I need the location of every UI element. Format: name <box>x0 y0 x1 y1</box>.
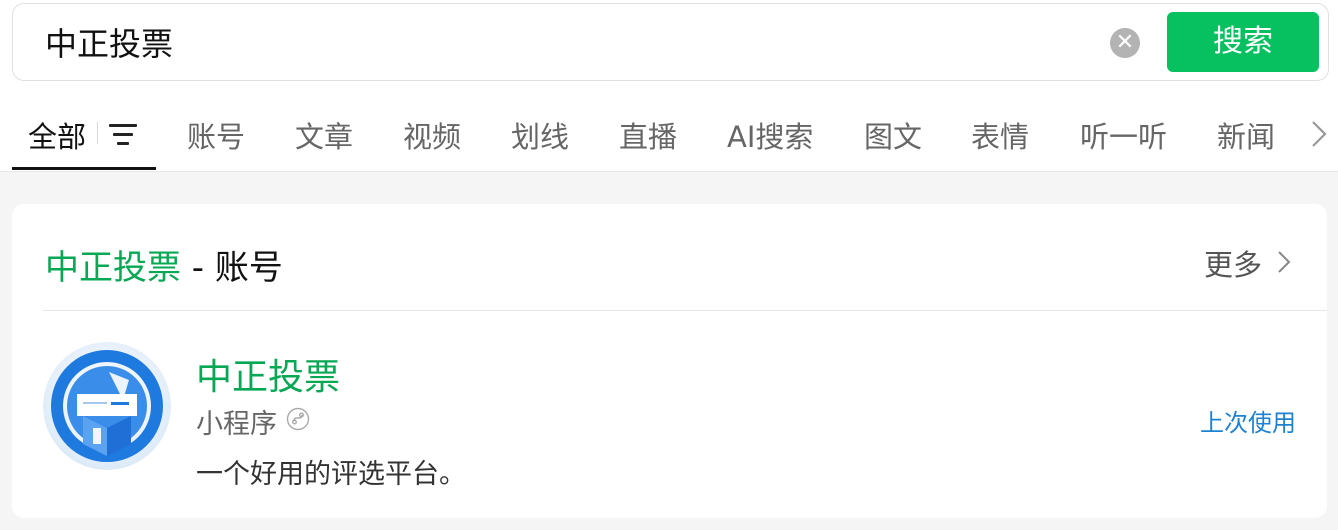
recently-used-link[interactable]: 上次使用 <box>1200 403 1296 438</box>
section-title: 中正投票 - 账号 <box>45 240 283 289</box>
clear-icon[interactable]: ✕ <box>1110 28 1140 58</box>
tab-news[interactable]: 新闻 <box>1217 114 1275 156</box>
tab-articles[interactable]: 文章 <box>295 114 353 156</box>
chevron-right-icon[interactable] <box>1308 118 1330 150</box>
result-title[interactable]: 中正投票 <box>196 348 340 400</box>
mini-program-icon <box>286 407 310 431</box>
more-link[interactable]: 更多 <box>1204 242 1262 284</box>
ballot-box-logo-icon <box>43 342 171 470</box>
tab-all[interactable]: 全部 <box>28 114 86 156</box>
chevron-right-icon[interactable] <box>1276 248 1292 276</box>
tab-live[interactable]: 直播 <box>619 114 677 156</box>
tab-bar: 全部 账号 文章 视频 划线 直播 AI搜索 图文 表情 听一听 新闻 <box>0 100 1338 172</box>
result-description: 一个好用的评选平台。 <box>196 459 466 490</box>
tab-image-text[interactable]: 图文 <box>864 114 922 156</box>
section-title-rest: - 账号 <box>181 248 283 288</box>
divider <box>43 310 1327 311</box>
tab-accounts[interactable]: 账号 <box>187 114 245 156</box>
avatar[interactable] <box>43 342 171 470</box>
tab-videos[interactable]: 视频 <box>403 114 461 156</box>
tab-listen[interactable]: 听一听 <box>1080 114 1167 156</box>
account-results-card: 中正投票 - 账号 更多 中正投票 小程序 一个好用的评选平台。 上次使用 <box>12 204 1327 518</box>
tab-ai-search[interactable]: AI搜索 <box>727 114 813 156</box>
search-box[interactable]: ✕ 搜索 <box>12 3 1329 81</box>
filter-icon[interactable] <box>109 124 137 146</box>
search-input[interactable] <box>45 24 1045 64</box>
tab-stickers[interactable]: 表情 <box>971 114 1029 156</box>
active-tab-indicator <box>12 167 156 170</box>
search-header: ✕ 搜索 全部 账号 文章 视频 划线 直播 AI搜索 图文 表情 听一听 新闻 <box>0 0 1338 172</box>
result-type-label: 小程序 <box>196 409 277 440</box>
tab-highlights[interactable]: 划线 <box>511 114 569 156</box>
search-button[interactable]: 搜索 <box>1167 12 1319 72</box>
section-title-highlight: 中正投票 <box>45 248 181 288</box>
tab-separator <box>97 122 98 144</box>
